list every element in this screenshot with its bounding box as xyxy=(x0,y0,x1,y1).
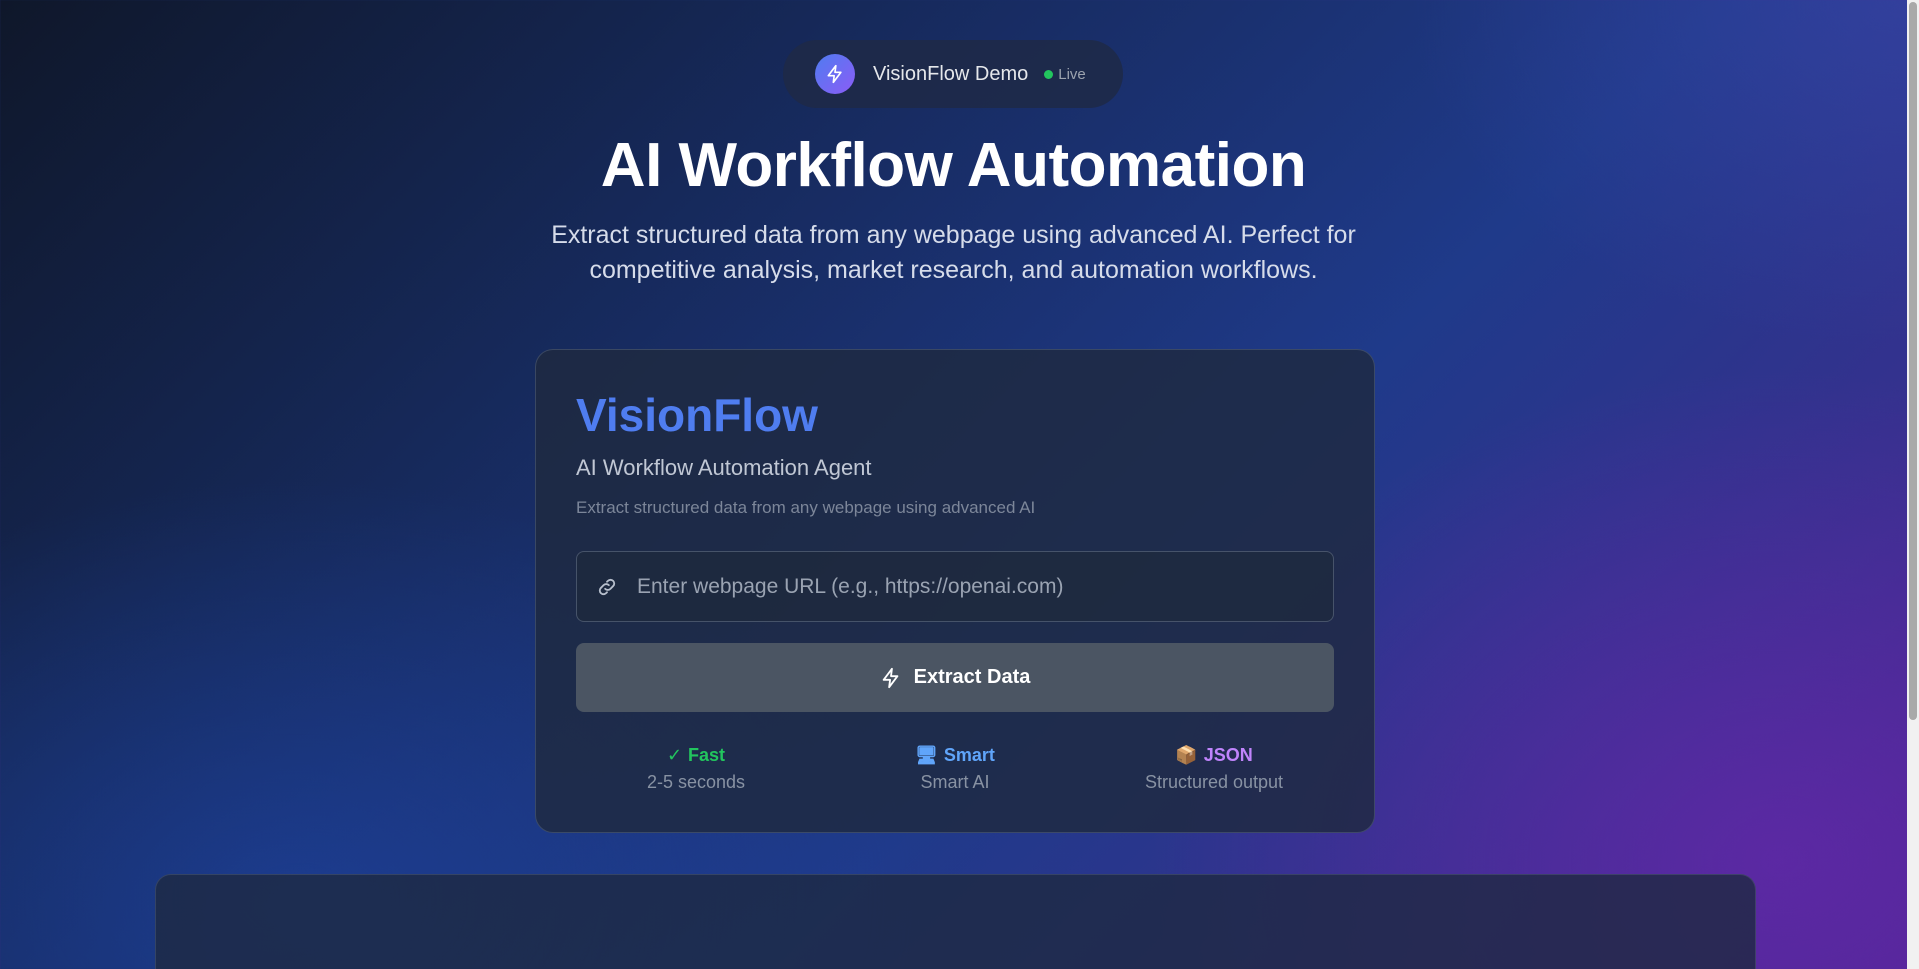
computer-icon: 🖥 xyxy=(915,745,938,765)
brand-title: VisionFlow xyxy=(576,389,818,441)
url-input[interactable] xyxy=(637,566,1333,607)
url-input-container[interactable] xyxy=(576,551,1334,622)
demo-title: VisionFlow Demo xyxy=(873,62,1029,85)
feature-list: ✓ Fast 2-5 seconds 🖥 Smart Smart AI 📦 JS… xyxy=(576,745,1334,793)
live-status-label: Live xyxy=(1058,65,1086,83)
page-subtitle: Extract structured data from any webpage… xyxy=(551,221,1356,284)
feature-subtitle: Structured output xyxy=(1144,772,1284,792)
extract-data-label: Extract Data xyxy=(913,666,1031,688)
package-icon: 📦 xyxy=(1175,745,1198,765)
card-tagline: AI Workflow Automation Agent xyxy=(576,455,872,480)
live-status-dot xyxy=(1044,69,1054,79)
page-title: AI Workflow Automation xyxy=(600,131,1307,200)
feature-subtitle: 2-5 seconds xyxy=(646,772,746,792)
feature-json: 📦 JSON Structured output xyxy=(1094,745,1334,793)
feature-fast: ✓ Fast 2-5 seconds xyxy=(576,745,816,793)
extraction-card: VisionFlow AI Workflow Automation Agent … xyxy=(535,349,1375,833)
lightning-icon xyxy=(815,54,855,94)
page-scrollbar[interactable] xyxy=(1907,0,1919,969)
feature-subtitle: Smart AI xyxy=(920,772,990,792)
feature-title: Fast xyxy=(688,745,726,765)
feature-smart: 🖥 Smart Smart AI xyxy=(835,745,1075,793)
card-description: Extract structured data from any webpage… xyxy=(576,498,1036,517)
link-icon xyxy=(595,575,619,599)
extract-data-button[interactable]: Extract Data xyxy=(576,643,1334,712)
demo-badge: VisionFlow Demo Live xyxy=(783,40,1123,108)
feature-title: Smart xyxy=(943,745,995,765)
lightning-icon xyxy=(880,667,902,689)
check-icon: ✓ xyxy=(666,745,683,765)
results-panel xyxy=(155,874,1756,969)
feature-title: JSON xyxy=(1203,745,1253,765)
scrollbar-thumb[interactable] xyxy=(1909,2,1917,720)
